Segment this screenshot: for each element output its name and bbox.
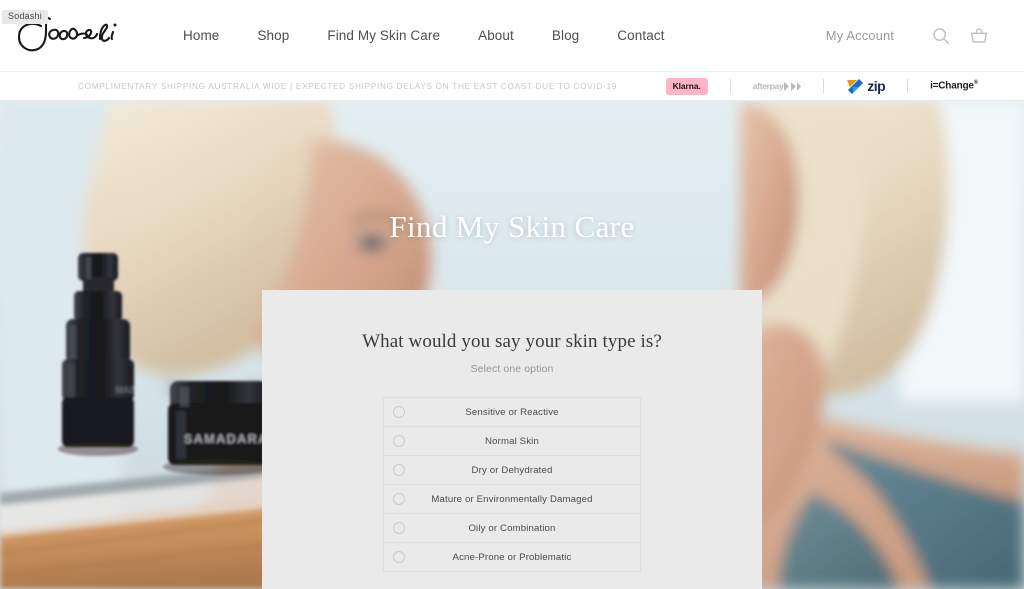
main-navigation[interactable]: Home Shop Find My Skin Care About Blog C… — [164, 28, 684, 43]
header-actions: My Account — [826, 25, 1024, 47]
announcement-bar: COMPLIMENTARY SHIPPING AUSTRALIA WIDE | … — [0, 72, 1024, 101]
radio-icon[interactable] — [393, 435, 405, 447]
nav-item-find-my-skin-care[interactable]: Find My Skin Care — [308, 28, 459, 43]
quiz-option-oily-or-combination[interactable]: Oily or Combination — [384, 514, 640, 543]
page-root: Sodashi Home Shop Find My Skin Care Abou… — [0, 0, 1024, 589]
quiz-option-label: Oily or Combination — [468, 522, 556, 534]
basket-icon — [970, 27, 988, 43]
quiz-subtitle: Select one option — [470, 363, 554, 375]
zip-logo-cell: zip — [824, 78, 907, 95]
quiz-option-label: Acne-Prone or Problematic — [452, 551, 572, 563]
radio-icon[interactable] — [393, 522, 405, 534]
zip-logo: zip — [846, 78, 886, 95]
quiz-option-label: Dry or Dehydrated — [471, 464, 553, 476]
hero-section: SAM SAMADARA Find My Skin Care What woul… — [0, 101, 1024, 589]
klarna-logo-cell: Klarna. — [644, 77, 730, 95]
zip-mark-icon — [847, 78, 864, 94]
afterpay-logo-cell: afterpay — [731, 81, 824, 91]
nav-item-blog[interactable]: Blog — [533, 28, 598, 43]
klarna-logo: Klarna. — [665, 77, 708, 95]
hero-title: Find My Skin Care — [389, 209, 635, 244]
quiz-option-label: Mature or Environmentally Damaged — [431, 493, 593, 505]
brand-tooltip: Sodashi — [2, 9, 48, 25]
nav-item-home[interactable]: Home — [164, 28, 238, 43]
quiz-option-acne-prone-or-problematic[interactable]: Acne-Prone or Problematic — [384, 543, 640, 572]
afterpay-logo: afterpay — [753, 81, 802, 91]
site-header: Sodashi Home Shop Find My Skin Care Abou… — [0, 0, 1024, 72]
radio-icon[interactable] — [393, 464, 405, 476]
radio-icon[interactable] — [393, 493, 405, 505]
nav-item-shop[interactable]: Shop — [238, 28, 308, 43]
my-account-link[interactable]: My Account — [826, 28, 922, 43]
quiz-option-sensitive-or-reactive[interactable]: Sensitive or Reactive — [384, 398, 640, 427]
quiz-question: What would you say your skin type is? — [362, 331, 662, 352]
nav-item-contact[interactable]: Contact — [598, 28, 683, 43]
quiz-option-mature-or-environmentally-damaged[interactable]: Mature or Environmentally Damaged — [384, 485, 640, 514]
cart-button[interactable] — [960, 25, 998, 47]
search-icon — [933, 27, 950, 44]
nav-item-about[interactable]: About — [459, 28, 533, 43]
quiz-card: What would you say your skin type is? Se… — [262, 290, 762, 589]
ichange-logo-cell: i=Change® — [908, 80, 1000, 91]
quiz-options-list: Sensitive or Reactive Normal Skin Dry or… — [383, 397, 641, 572]
quiz-option-dry-or-dehydrated[interactable]: Dry or Dehydrated — [384, 456, 640, 485]
quiz-option-label: Normal Skin — [485, 435, 539, 447]
afterpay-mark-icon — [784, 81, 802, 91]
quiz-option-label: Sensitive or Reactive — [465, 406, 559, 418]
announcement-text: COMPLIMENTARY SHIPPING AUSTRALIA WIDE | … — [78, 81, 618, 91]
logo-area[interactable]: Sodashi — [0, 0, 150, 72]
ichange-logo: i=Change® — [930, 80, 978, 92]
radio-icon[interactable] — [393, 406, 405, 418]
radio-icon[interactable] — [393, 551, 405, 563]
payment-logos: Klarna. afterpay zip i=Change® — [644, 72, 1024, 101]
quiz-option-normal-skin[interactable]: Normal Skin — [384, 427, 640, 456]
search-button[interactable] — [922, 25, 960, 47]
